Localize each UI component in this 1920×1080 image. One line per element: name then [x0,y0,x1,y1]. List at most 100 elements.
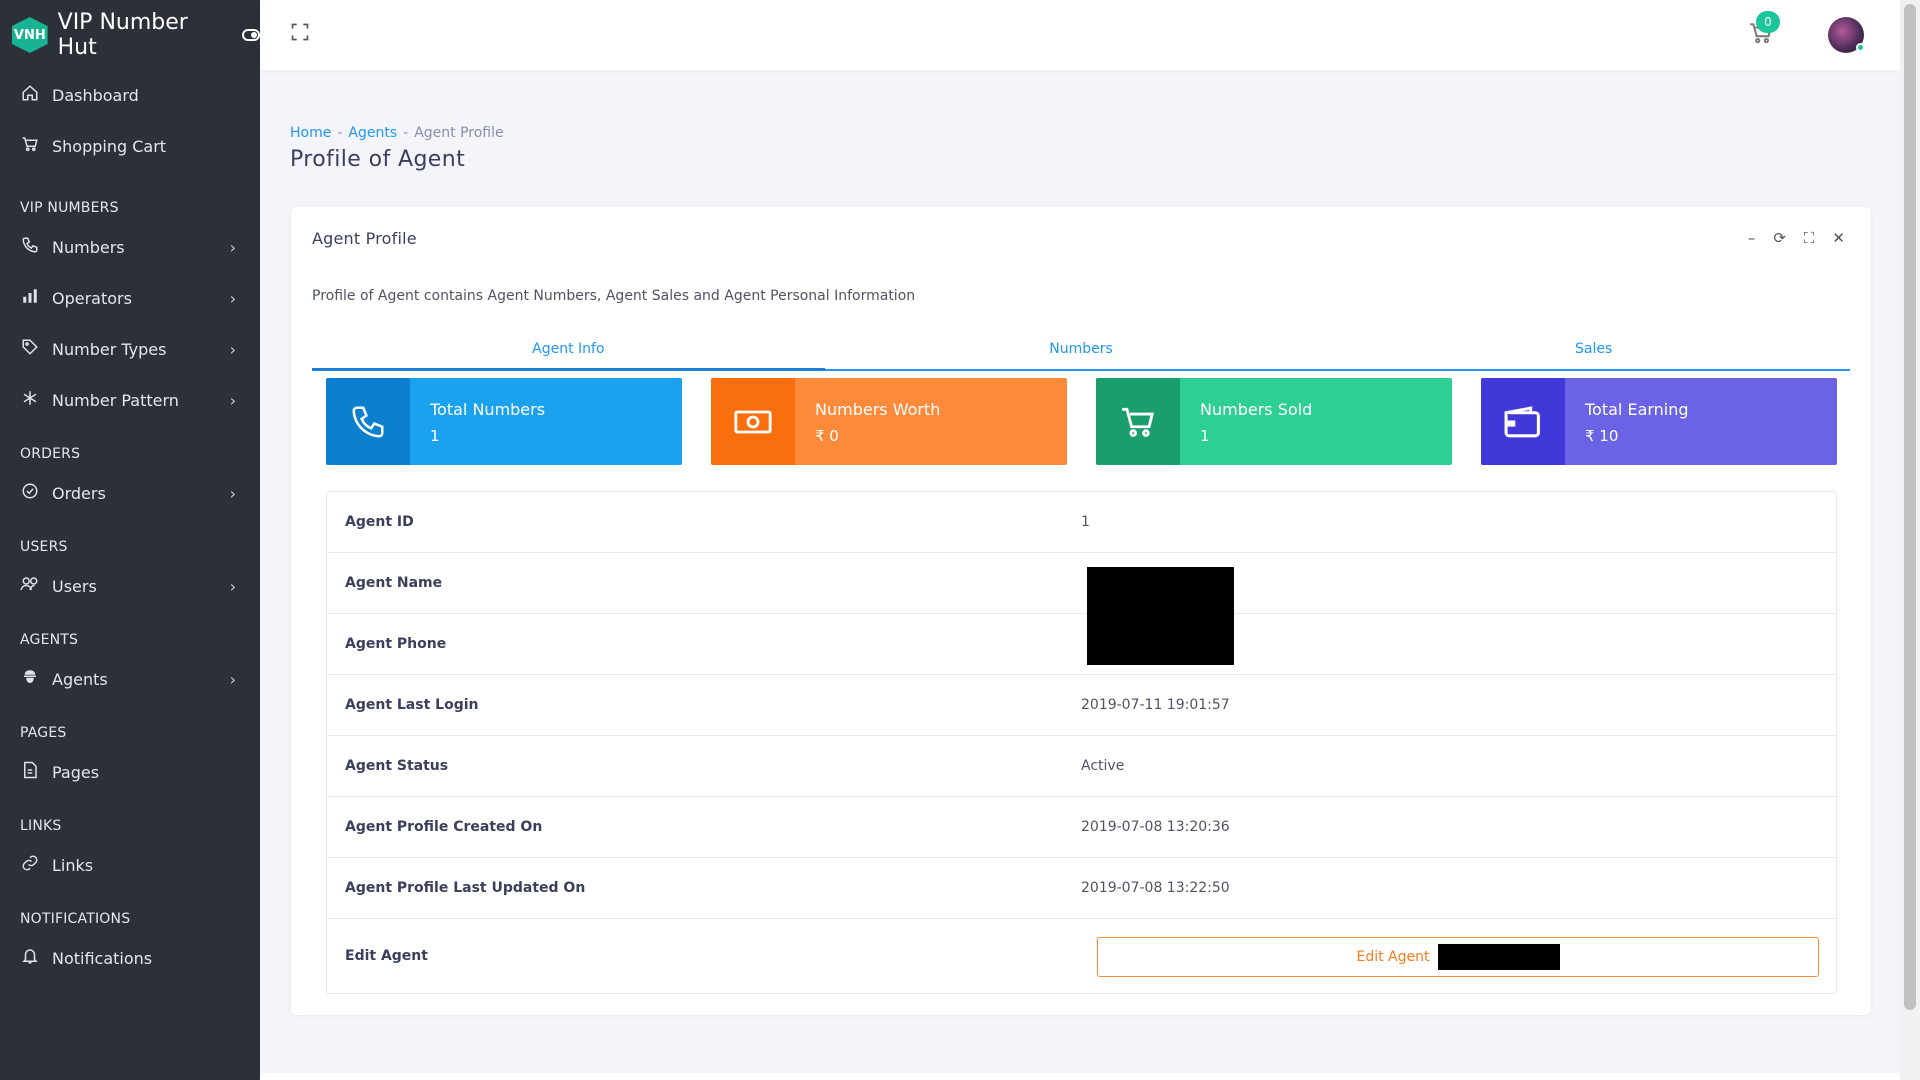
sidebar-item-dashboard[interactable]: Dashboard [0,70,260,121]
table-row: Agent Last Login 2019-07-11 19:01:57 [327,675,1836,736]
stats-row: Total Numbers 1 Numbers Worth ₹ 0 Number… [326,378,1837,465]
row-label: Agent ID [345,514,414,530]
brand-logo: VNH [12,17,48,53]
money-icon [711,378,795,465]
stat-total-numbers: Total Numbers 1 [326,378,682,465]
sidebar-item-agents[interactable]: Agents › [0,654,260,705]
section-title-links: LINKS [20,818,62,834]
section-title-pages: PAGES [20,725,67,741]
check-circle-icon [20,482,40,505]
section-title-agents: AGENTS [20,632,79,648]
brand[interactable]: VNH VIP Number Hut [0,0,260,70]
scrollbar[interactable] [1900,0,1920,1080]
chevron-right-icon: › [229,391,236,410]
sidebar-item-shopping-cart[interactable]: Shopping Cart [0,121,260,172]
stat-label: Total Numbers [430,400,546,419]
sidebar-item-notifications[interactable]: Notifications [0,933,260,984]
tab-sales[interactable]: Sales [1337,332,1850,369]
scrollbar-thumb[interactable] [1904,4,1916,1010]
sidebar-item-label: Number Pattern [52,391,179,410]
table-row: Agent Name [327,553,1836,614]
tab-agent-info[interactable]: Agent Info [312,332,825,371]
stat-total-earning: Total Earning ₹ 10 [1481,378,1837,465]
online-status-dot [1856,43,1865,52]
edit-agent-button[interactable]: Edit Agent [1097,937,1819,977]
agent-icon [20,668,40,691]
row-value: 2019-07-08 13:22:50 [1081,880,1230,896]
tag-icon [20,338,40,361]
breadcrumb: Home - Agents - Agent Profile [290,125,504,141]
sidebar-item-users[interactable]: Users › [0,561,260,612]
section-title-orders: ORDERS [20,446,81,462]
row-value: 2019-07-11 19:01:57 [1081,697,1230,713]
sidebar-toggle-icon[interactable] [242,29,260,41]
row-label: Agent Profile Last Updated On [345,880,586,896]
sidebar-item-label: Agents [52,670,108,689]
stat-numbers-worth: Numbers Worth ₹ 0 [711,378,1067,465]
sidebar-item-label: Orders [52,484,106,503]
row-label: Agent Profile Created On [345,819,543,835]
breadcrumb-home[interactable]: Home [290,125,331,141]
row-label: Agent Phone [345,636,447,652]
sidebar-item-operators[interactable]: Operators › [0,273,260,324]
sidebar-item-number-pattern[interactable]: Number Pattern › [0,375,260,426]
cart-icon [20,135,40,158]
footer [260,1073,1900,1080]
close-icon[interactable]: ✕ [1832,229,1845,247]
row-value: 1 [1081,514,1090,530]
users-icon [20,575,40,598]
sidebar-item-numbers[interactable]: Numbers › [0,222,260,273]
row-label: Agent Name [345,575,443,591]
stat-numbers-sold: Numbers Sold 1 [1096,378,1452,465]
chevron-right-icon: › [229,238,236,257]
bar-chart-icon [20,287,40,310]
sidebar-item-label: Dashboard [52,86,139,105]
card-tools: – ⟳ ⛶ ✕ [1748,229,1845,247]
sidebar-item-number-types[interactable]: Number Types › [0,324,260,375]
row-value: 2019-07-08 13:20:36 [1081,819,1230,835]
file-icon [20,761,40,784]
sidebar-item-links[interactable]: Links [0,840,260,891]
section-title-users: USERS [20,539,68,555]
minimize-icon[interactable]: – [1748,229,1756,247]
chevron-right-icon: › [229,484,236,503]
sidebar-item-label: Shopping Cart [52,137,167,156]
sidebar-item-pages[interactable]: Pages [0,747,260,798]
stat-value: ₹ 10 [1585,427,1619,445]
stat-label: Numbers Worth [815,400,941,419]
top-bar: 0 [260,0,1900,70]
profile-tabs: Agent Info Numbers Sales [312,332,1850,371]
table-row: Agent Profile Created On 2019-07-08 13:2… [327,797,1836,858]
section-title-vip-numbers: VIP NUMBERS [20,200,119,216]
breadcrumb-agents[interactable]: Agents [348,125,397,141]
tab-numbers[interactable]: Numbers [825,332,1338,369]
fullscreen-icon[interactable] [290,22,310,42]
chevron-right-icon: › [229,289,236,308]
asterisk-icon [20,389,40,412]
cart-icon [1096,378,1180,465]
sidebar-item-label: Notifications [52,949,153,968]
breadcrumb-separator: - [337,125,343,141]
link-icon [20,854,40,877]
page-title: Profile of Agent [290,147,466,172]
phone-icon [20,236,40,259]
row-label: Agent Status [345,758,449,774]
sidebar-item-label: Links [52,856,94,875]
table-row: Agent Profile Last Updated On 2019-07-08… [327,858,1836,919]
chevron-right-icon: › [229,340,236,359]
redacted-block [1087,567,1234,665]
row-label: Agent Last Login [345,697,479,713]
breadcrumb-current: Agent Profile [414,125,504,141]
sidebar-item-label: Operators [52,289,132,308]
stat-label: Numbers Sold [1200,400,1313,419]
chevron-right-icon: › [229,577,236,596]
agent-profile-card: Agent Profile – ⟳ ⛶ ✕ Profile of Agent c… [291,207,1871,1015]
fullscreen-icon[interactable]: ⛶ [1804,229,1815,247]
sidebar-item-orders[interactable]: Orders › [0,468,260,519]
redacted-block [1437,944,1560,970]
agent-info-table: Agent ID 1 Agent Name Agent Phone Agent … [326,491,1837,994]
brand-name: VIP Number Hut [57,10,188,60]
refresh-icon[interactable]: ⟳ [1773,229,1786,247]
sidebar: VNH VIP Number Hut Dashboard Shopping Ca… [0,0,260,1080]
phone-icon [326,378,410,465]
